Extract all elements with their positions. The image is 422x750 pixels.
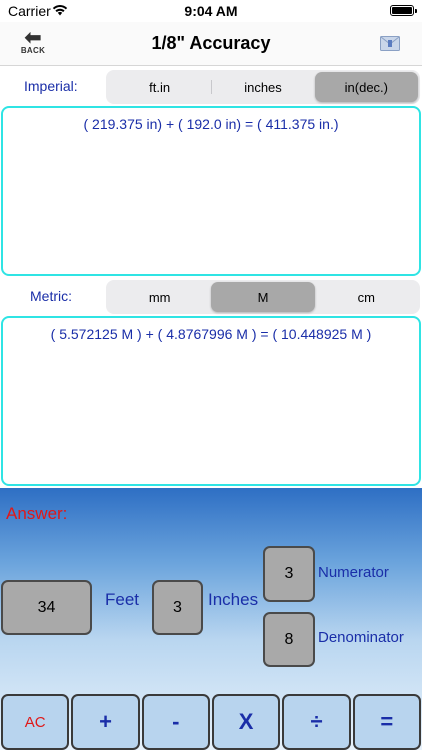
imperial-row: Imperial: ft.in inches in(dec.): [0, 67, 422, 107]
inches-value-box[interactable]: 3: [152, 580, 203, 635]
feet-value-box[interactable]: 34: [1, 580, 92, 635]
metric-calculation-area[interactable]: ( 5.572125 M ) + ( 4.8767996 M ) = ( 10.…: [1, 316, 421, 486]
imperial-label: Imperial:: [24, 78, 78, 94]
equals-button[interactable]: =: [352, 694, 421, 750]
feet-label: Feet: [105, 590, 140, 609]
imperial-option-in-dec[interactable]: in(dec.): [314, 72, 418, 102]
multiply-button[interactable]: X: [211, 694, 281, 750]
status-time: 9:04 AM: [184, 3, 238, 19]
metric-row: Metric: mm M cm: [0, 277, 422, 317]
mail-icon[interactable]: [380, 36, 400, 51]
metric-option-m[interactable]: M: [211, 282, 315, 312]
metric-expression: ( 5.572125 M ) + ( 4.8767996 M ) = ( 10.…: [50, 326, 372, 342]
plus-button[interactable]: +: [71, 694, 140, 750]
navigation-bar: ⬅ BACK 1/8" Accuracy: [0, 22, 422, 66]
divide-button[interactable]: ÷: [282, 694, 351, 750]
denominator-value-box[interactable]: 8: [263, 612, 315, 667]
status-bar: Carrier 9:04 AM: [0, 0, 422, 22]
numerator-value-box[interactable]: 3: [263, 546, 315, 602]
metric-option-mm[interactable]: mm: [108, 282, 211, 312]
answer-label: Answer:: [6, 504, 68, 523]
imperial-expression: ( 219.375 in) + ( 192.0 in) = ( 411.375 …: [83, 116, 339, 132]
imperial-calculation-area[interactable]: ( 219.375 in) + ( 192.0 in) = ( 411.375 …: [1, 106, 421, 276]
imperial-segmented-control: ft.in inches in(dec.): [106, 70, 420, 104]
minus-button[interactable]: -: [141, 694, 210, 750]
operator-keypad: AC + - X ÷ =: [0, 694, 422, 750]
denominator-label: Denominator: [318, 629, 404, 646]
metric-option-cm[interactable]: cm: [315, 282, 418, 312]
inches-label: Inches: [208, 590, 259, 609]
numerator-label: Numerator: [318, 564, 389, 581]
battery-icon: [390, 5, 417, 16]
page-title: 1/8" Accuracy: [151, 33, 271, 53]
metric-segmented-control: mm M cm: [106, 280, 420, 314]
imperial-option-inches[interactable]: inches: [211, 72, 314, 102]
all-clear-button[interactable]: AC: [1, 694, 70, 750]
metric-label: Metric:: [30, 288, 72, 304]
imperial-option-ft-in[interactable]: ft.in: [108, 72, 211, 102]
